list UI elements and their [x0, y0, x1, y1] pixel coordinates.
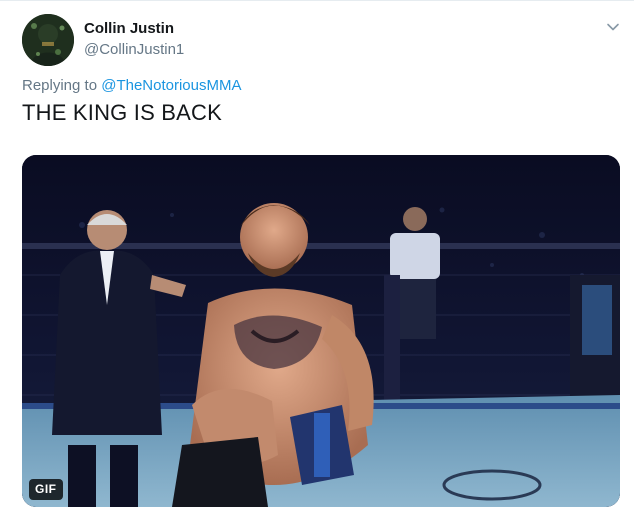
gif-media[interactable]	[22, 155, 620, 507]
reply-prefix: Replying to	[22, 77, 98, 94]
top-divider	[0, 0, 634, 1]
tweet-text: THE KING IS BACK	[22, 100, 223, 125]
reply-context: Replying to @TheNotoriousMMA	[22, 77, 242, 94]
avatar[interactable]	[22, 14, 74, 66]
chevron-down-icon[interactable]	[604, 18, 622, 36]
gif-frame	[22, 155, 620, 507]
reply-mention-link[interactable]: @TheNotoriousMMA	[101, 77, 241, 94]
tweet-card: Collin Justin @CollinJustin1 Replying to…	[0, 0, 634, 526]
display-name[interactable]: Collin Justin	[84, 20, 174, 37]
user-handle[interactable]: @CollinJustin1	[84, 41, 184, 58]
avatar-image	[22, 14, 74, 66]
gif-badge: GIF	[29, 479, 63, 500]
